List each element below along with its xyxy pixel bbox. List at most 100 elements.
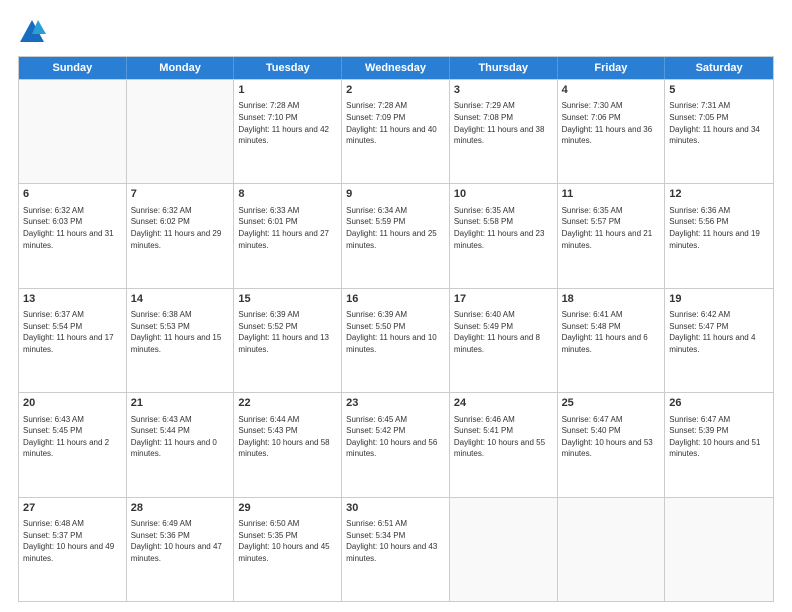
cell-info: Sunrise: 7:28 AM Sunset: 7:10 PM Dayligh… — [238, 100, 337, 146]
calendar-cell: 1 Sunrise: 7:28 AM Sunset: 7:10 PM Daylig… — [234, 80, 342, 183]
calendar-cell: 16 Sunrise: 6:39 AM Sunset: 5:50 PM Dayli… — [342, 289, 450, 392]
cell-info: Sunrise: 6:40 AM Sunset: 5:49 PM Dayligh… — [454, 309, 553, 355]
day-number: 7 — [131, 187, 230, 202]
cell-info: Sunrise: 6:34 AM Sunset: 5:59 PM Dayligh… — [346, 205, 445, 251]
calendar-cell: 23Sunrise: 6:45 AM Sunset: 5:42 PM Dayli… — [342, 393, 450, 496]
calendar-cell: 17 Sunrise: 6:40 AM Sunset: 5:49 PM Dayli… — [450, 289, 558, 392]
header-day-monday: Monday — [127, 57, 235, 79]
calendar-cell — [127, 80, 235, 183]
cell-info: Sunrise: 7:30 AM Sunset: 7:06 PM Dayligh… — [562, 100, 661, 146]
day-number: 26 — [669, 396, 769, 411]
calendar-cell — [19, 80, 127, 183]
cell-info: Sunrise: 6:38 AM Sunset: 5:53 PM Dayligh… — [131, 309, 230, 355]
calendar-cell: 4 Sunrise: 7:30 AM Sunset: 7:06 PM Daylig… — [558, 80, 666, 183]
calendar-cell: 20 Sunrise: 6:43 AM Sunset: 5:45 PM Dayli… — [19, 393, 127, 496]
calendar-cell: 27Sunrise: 6:48 AM Sunset: 5:37 PM Dayli… — [19, 498, 127, 601]
calendar-row: 13 Sunrise: 6:37 AM Sunset: 5:54 PM Dayli… — [19, 288, 773, 392]
header-day-tuesday: Tuesday — [234, 57, 342, 79]
cell-info: Sunrise: 6:35 AM Sunset: 5:57 PM Dayligh… — [562, 205, 661, 251]
cell-info: Sunrise: 6:43 AM Sunset: 5:44 PM Dayligh… — [131, 414, 230, 460]
calendar-cell: 26 Sunrise: 6:47 AM Sunset: 5:39 PM Dayli… — [665, 393, 773, 496]
day-number: 4 — [562, 83, 661, 98]
calendar-cell — [558, 498, 666, 601]
calendar-cell: 3 Sunrise: 7:29 AM Sunset: 7:08 PM Daylig… — [450, 80, 558, 183]
day-number: 5 — [669, 83, 769, 98]
day-number: 3 — [454, 83, 553, 98]
calendar-row: 27Sunrise: 6:48 AM Sunset: 5:37 PM Dayli… — [19, 497, 773, 601]
header-day-thursday: Thursday — [450, 57, 558, 79]
day-number: 6 — [23, 187, 122, 202]
calendar-cell: 8 Sunrise: 6:33 AM Sunset: 6:01 PM Daylig… — [234, 184, 342, 287]
calendar-cell: 13 Sunrise: 6:37 AM Sunset: 5:54 PM Dayli… — [19, 289, 127, 392]
cell-info: Sunrise: 7:28 AM Sunset: 7:09 PM Dayligh… — [346, 100, 445, 146]
calendar-cell — [450, 498, 558, 601]
logo — [18, 18, 50, 46]
day-number: 21 — [131, 396, 230, 411]
cell-info: Sunrise: 6:42 AM Sunset: 5:47 PM Dayligh… — [669, 309, 769, 355]
cell-info: Sunrise: 6:37 AM Sunset: 5:54 PM Dayligh… — [23, 309, 122, 355]
cell-info: Sunrise: 6:45 AM Sunset: 5:42 PM Dayligh… — [346, 414, 445, 460]
header-day-sunday: Sunday — [19, 57, 127, 79]
calendar-cell: 25 Sunrise: 6:47 AM Sunset: 5:40 PM Dayli… — [558, 393, 666, 496]
cell-info: Sunrise: 6:33 AM Sunset: 6:01 PM Dayligh… — [238, 205, 337, 251]
cell-info: Sunrise: 6:51 AM Sunset: 5:34 PM Dayligh… — [346, 518, 445, 564]
day-number: 28 — [131, 501, 230, 516]
calendar-cell: 10 Sunrise: 6:35 AM Sunset: 5:58 PM Dayli… — [450, 184, 558, 287]
cell-info: Sunrise: 7:29 AM Sunset: 7:08 PM Dayligh… — [454, 100, 553, 146]
cell-info: Sunrise: 6:49 AM Sunset: 5:36 PM Dayligh… — [131, 518, 230, 564]
calendar-cell: 22 Sunrise: 6:44 AM Sunset: 5:43 PM Dayli… — [234, 393, 342, 496]
calendar-row: 1 Sunrise: 7:28 AM Sunset: 7:10 PM Daylig… — [19, 79, 773, 183]
day-number: 8 — [238, 187, 337, 202]
day-number: 10 — [454, 187, 553, 202]
day-number: 11 — [562, 187, 661, 202]
day-number: 16 — [346, 292, 445, 307]
calendar: SundayMondayTuesdayWednesdayThursdayFrid… — [18, 56, 774, 602]
day-number: 14 — [131, 292, 230, 307]
cell-info: Sunrise: 6:50 AM Sunset: 5:35 PM Dayligh… — [238, 518, 337, 564]
calendar-cell: 19Sunrise: 6:42 AM Sunset: 5:47 PM Dayli… — [665, 289, 773, 392]
header-day-friday: Friday — [558, 57, 666, 79]
cell-info: Sunrise: 6:43 AM Sunset: 5:45 PM Dayligh… — [23, 414, 122, 460]
calendar-cell: 15Sunrise: 6:39 AM Sunset: 5:52 PM Dayli… — [234, 289, 342, 392]
day-number: 12 — [669, 187, 769, 202]
calendar-cell: 24 Sunrise: 6:46 AM Sunset: 5:41 PM Dayli… — [450, 393, 558, 496]
calendar-cell: 18 Sunrise: 6:41 AM Sunset: 5:48 PM Dayli… — [558, 289, 666, 392]
day-number: 22 — [238, 396, 337, 411]
cell-info: Sunrise: 6:39 AM Sunset: 5:50 PM Dayligh… — [346, 309, 445, 355]
header-day-wednesday: Wednesday — [342, 57, 450, 79]
cell-info: Sunrise: 6:46 AM Sunset: 5:41 PM Dayligh… — [454, 414, 553, 460]
day-number: 13 — [23, 292, 122, 307]
cell-info: Sunrise: 6:32 AM Sunset: 6:03 PM Dayligh… — [23, 205, 122, 251]
cell-info: Sunrise: 6:35 AM Sunset: 5:58 PM Dayligh… — [454, 205, 553, 251]
calendar-cell: 21 Sunrise: 6:43 AM Sunset: 5:44 PM Dayli… — [127, 393, 235, 496]
calendar-body: 1 Sunrise: 7:28 AM Sunset: 7:10 PM Daylig… — [19, 79, 773, 601]
day-number: 2 — [346, 83, 445, 98]
calendar-cell: 9Sunrise: 6:34 AM Sunset: 5:59 PM Daylig… — [342, 184, 450, 287]
day-number: 24 — [454, 396, 553, 411]
calendar-cell — [665, 498, 773, 601]
day-number: 17 — [454, 292, 553, 307]
day-number: 29 — [238, 501, 337, 516]
day-number: 30 — [346, 501, 445, 516]
day-number: 1 — [238, 83, 337, 98]
calendar-cell: 30 Sunrise: 6:51 AM Sunset: 5:34 PM Dayli… — [342, 498, 450, 601]
calendar-row: 20 Sunrise: 6:43 AM Sunset: 5:45 PM Dayli… — [19, 392, 773, 496]
cell-info: Sunrise: 6:47 AM Sunset: 5:39 PM Dayligh… — [669, 414, 769, 460]
calendar-row: 6 Sunrise: 6:32 AM Sunset: 6:03 PM Daylig… — [19, 183, 773, 287]
day-number: 20 — [23, 396, 122, 411]
cell-info: Sunrise: 6:41 AM Sunset: 5:48 PM Dayligh… — [562, 309, 661, 355]
cell-info: Sunrise: 6:36 AM Sunset: 5:56 PM Dayligh… — [669, 205, 769, 251]
calendar-cell: 2 Sunrise: 7:28 AM Sunset: 7:09 PM Daylig… — [342, 80, 450, 183]
cell-info: Sunrise: 6:47 AM Sunset: 5:40 PM Dayligh… — [562, 414, 661, 460]
cell-info: Sunrise: 6:39 AM Sunset: 5:52 PM Dayligh… — [238, 309, 337, 355]
header — [18, 18, 774, 46]
calendar-cell: 14 Sunrise: 6:38 AM Sunset: 5:53 PM Dayli… — [127, 289, 235, 392]
day-number: 25 — [562, 396, 661, 411]
day-number: 18 — [562, 292, 661, 307]
logo-icon — [18, 18, 46, 46]
cell-info: Sunrise: 7:31 AM Sunset: 7:05 PM Dayligh… — [669, 100, 769, 146]
cell-info: Sunrise: 6:44 AM Sunset: 5:43 PM Dayligh… — [238, 414, 337, 460]
calendar-cell: 29 Sunrise: 6:50 AM Sunset: 5:35 PM Dayli… — [234, 498, 342, 601]
header-day-saturday: Saturday — [665, 57, 773, 79]
cell-info: Sunrise: 6:48 AM Sunset: 5:37 PM Dayligh… — [23, 518, 122, 564]
